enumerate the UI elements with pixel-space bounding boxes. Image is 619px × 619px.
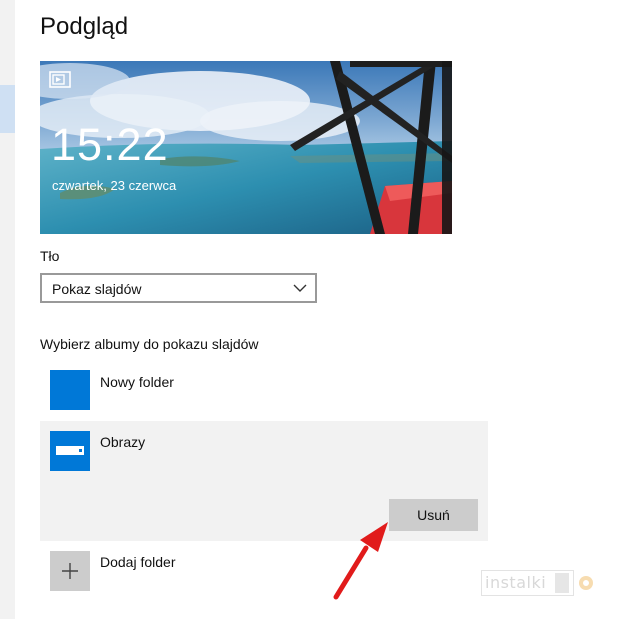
nav-selection-indicator (0, 85, 15, 133)
album-name: Obrazy (100, 434, 146, 450)
add-folder-item[interactable]: Dodaj folder (40, 545, 488, 595)
album-item-nowy-folder[interactable]: Nowy folder (40, 364, 488, 416)
preview-time: 15:22 (51, 119, 169, 170)
remove-button[interactable]: Usuń (389, 499, 478, 531)
albums-label: Wybierz albumy do pokazu slajdów (40, 336, 259, 352)
page-title: Podgląd (40, 13, 129, 40)
background-dropdown-value: Pokaz slajdów (52, 281, 142, 297)
site-watermark: instalki (481, 570, 597, 596)
slideshow-icon (49, 71, 71, 88)
pictures-tile (50, 431, 90, 471)
lock-screen-preview: 15:22 czwartek, 23 czerwca (40, 61, 452, 234)
drive-icon (56, 446, 84, 455)
chevron-down-icon (293, 284, 307, 292)
background-dropdown[interactable]: Pokaz slajdów (40, 273, 317, 303)
settings-nav-rail (0, 0, 15, 619)
folder-tile (50, 370, 90, 410)
plus-icon (62, 563, 78, 579)
add-folder-label: Dodaj folder (100, 554, 176, 570)
add-tile (50, 551, 90, 591)
background-label: Tło (40, 248, 60, 264)
preview-date: czwartek, 23 czerwca (52, 178, 177, 193)
album-name: Nowy folder (100, 374, 174, 390)
watermark-text: instalki (485, 573, 547, 592)
